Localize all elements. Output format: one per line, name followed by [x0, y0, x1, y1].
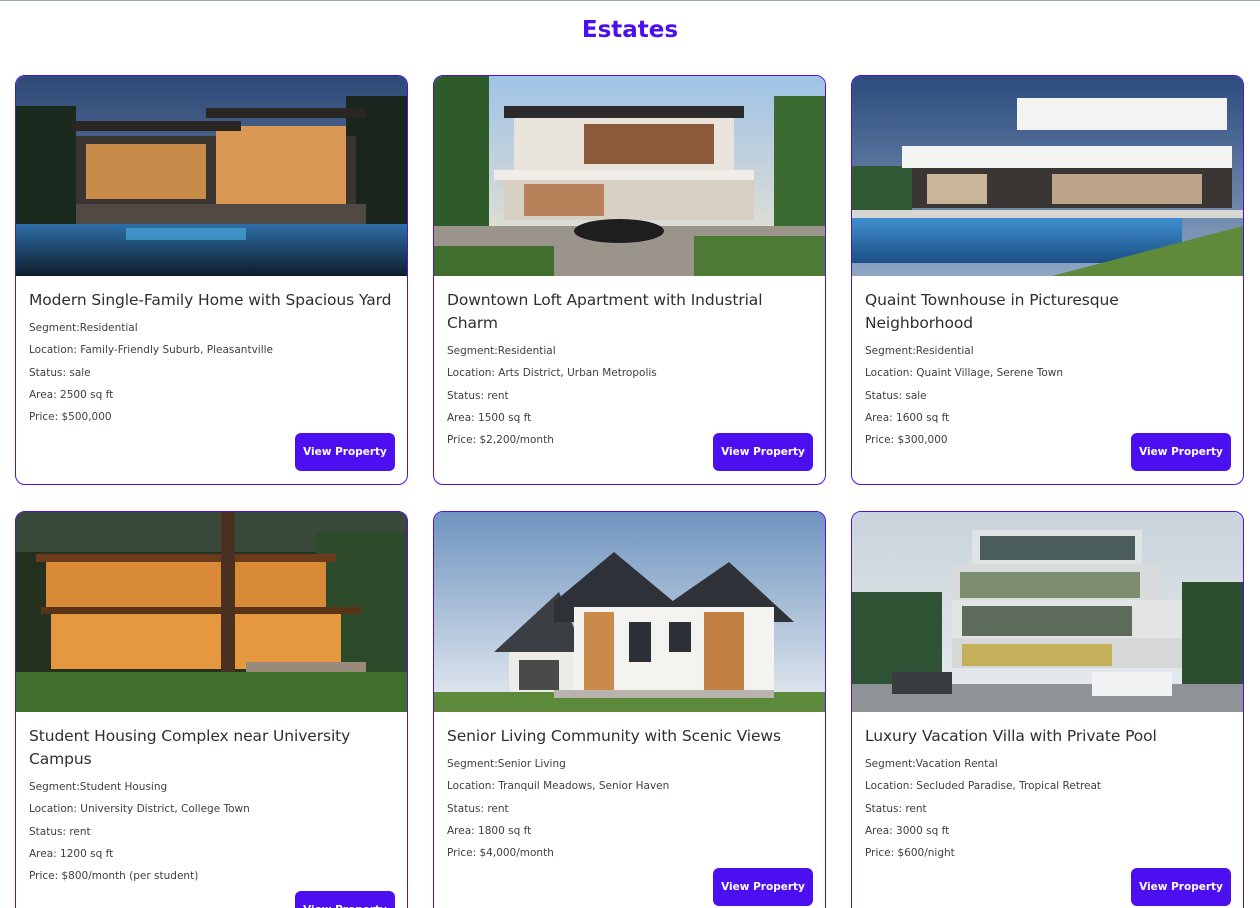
location-row: Location: Family-Friendly Suburb, Pleasa… [29, 344, 273, 357]
view-property-button[interactable]: View Property [1131, 433, 1231, 471]
property-card: Senior Living Community with Scenic View… [433, 511, 826, 908]
price-row: Price: $600/night [865, 847, 955, 860]
status-row: Status: rent [865, 802, 927, 815]
property-title: Quaint Townhouse in Picturesque Neighbor… [865, 291, 1119, 332]
property-title: Luxury Vacation Villa with Private Pool [865, 727, 1157, 745]
property-image [16, 76, 407, 276]
location-row: Location: University District, College T… [29, 803, 250, 816]
price-row: Price: $4,000/month [447, 847, 554, 860]
property-card: Downtown Loft Apartment with Industrial … [433, 75, 826, 485]
property-card: Modern Single-Family Home with Spacious … [15, 75, 408, 485]
property-title: Senior Living Community with Scenic View… [447, 727, 781, 745]
location-row: Location: Tranquil Meadows, Senior Haven [447, 780, 670, 793]
status-row: Status: sale [865, 389, 927, 402]
view-property-button[interactable]: View Property [713, 868, 813, 906]
location-row: Location: Quaint Village, Serene Town [865, 367, 1064, 380]
property-image [16, 512, 407, 712]
view-property-button[interactable]: View Property [295, 891, 395, 908]
segment-row: Segment:Student Housing [29, 781, 168, 793]
status-row: Status: rent [447, 802, 509, 815]
location-row: Location: Secluded Paradise, Tropical Re… [865, 780, 1102, 793]
property-card: Luxury Vacation Villa with Private Pool … [851, 511, 1244, 908]
location-row: Location: Arts District, Urban Metropoli… [447, 367, 657, 380]
property-card: Student Housing Complex near University … [15, 511, 408, 908]
view-property-button[interactable]: View Property [713, 433, 813, 471]
area-row: Area: 1500 sq ft [447, 411, 532, 424]
property-image [852, 76, 1243, 276]
property-title: Downtown Loft Apartment with Industrial … [447, 291, 763, 332]
segment-row: Segment:Vacation Rental [865, 758, 998, 770]
page-title: Estates [581, 17, 679, 43]
view-property-button[interactable]: View Property [1131, 868, 1231, 906]
price-row: Price: $500,000 [29, 411, 112, 424]
property-image [434, 76, 825, 276]
status-row: Status: rent [447, 389, 509, 402]
view-property-button[interactable]: View Property [295, 433, 395, 471]
area-row: Area: 1200 sq ft [29, 847, 114, 860]
segment-row: Segment:Residential [29, 322, 138, 334]
top-border [0, 0, 1260, 1]
segment-row: Segment:Residential [447, 345, 556, 357]
property-image [434, 512, 825, 712]
segment-row: Segment:Senior Living [447, 758, 566, 770]
price-row: Price: $800/month (per student) [29, 870, 199, 883]
property-title: Student Housing Complex near University … [29, 727, 351, 768]
area-row: Area: 1800 sq ft [447, 824, 532, 837]
area-row: Area: 1600 sq ft [865, 411, 950, 424]
status-row: Status: rent [29, 825, 91, 838]
area-row: Area: 3000 sq ft [865, 824, 950, 837]
status-row: Status: sale [29, 366, 91, 379]
area-row: Area: 2500 sq ft [29, 388, 114, 401]
property-title: Modern Single-Family Home with Spacious … [29, 291, 392, 309]
segment-row: Segment:Residential [865, 345, 974, 357]
property-card: Quaint Townhouse in Picturesque Neighbor… [851, 75, 1244, 485]
property-image [852, 512, 1243, 712]
